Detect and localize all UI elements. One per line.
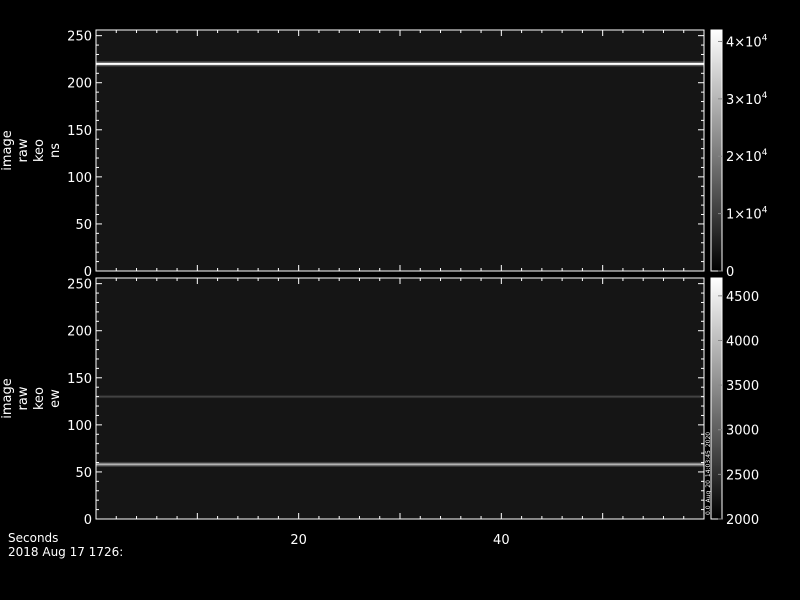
colorbar-tick-label: 4500 — [726, 290, 759, 305]
y-axis-label-word: ns — [48, 143, 63, 158]
y-tick-label: 50 — [75, 218, 92, 233]
y-tick-label: 150 — [67, 124, 92, 139]
colorbar-tick-label: 0 — [726, 265, 734, 280]
y-axis-label-word: ew — [48, 389, 63, 408]
y-axis-label-word: raw — [16, 138, 31, 162]
y-tick-label: 100 — [67, 171, 92, 186]
keogram-figure: 050100150200250image raw keo ns01×1042×1043… — [0, 29, 768, 548]
colorbar — [710, 29, 723, 272]
y-axis-label-word: image — [0, 378, 15, 419]
y-axis-label: image raw keo ew — [0, 378, 63, 419]
x-tick-label: 40 — [493, 533, 510, 548]
y-tick-label: 250 — [67, 278, 92, 293]
y-axis-label-word: keo — [32, 387, 47, 410]
y-tick-label: 0 — [84, 513, 92, 528]
panel-ew: 0 50 100 150 200 250 image raw keo ew 2000 2500 3000… — [0, 277, 759, 548]
colorbar-tick-label: 4000 — [726, 334, 759, 349]
colorbar-tick-label: 4×104 — [726, 33, 768, 50]
x-tick-label: 20 — [290, 533, 307, 548]
date-stamp: 2018 Aug 17 1726: — [8, 545, 124, 559]
y-tick-label: 250 — [67, 30, 92, 45]
colorbar-tick-label: 2500 — [726, 468, 759, 483]
colorbar-side-text: 0.0_Aug_20_14:03:45_2020 — [705, 432, 712, 515]
y-axis-label: image raw keo ns — [0, 130, 63, 171]
band-1 — [96, 395, 704, 398]
colorbar-tick-label: 3×104 — [726, 91, 768, 108]
y-axis-label-word: keo — [32, 139, 47, 162]
y-tick-label: 150 — [67, 372, 92, 387]
y-axis-label-word: raw — [16, 386, 31, 410]
colorbar-tick-label: 2000 — [726, 513, 759, 528]
colorbar — [710, 277, 723, 520]
colorbar-tick-label: 3500 — [726, 379, 759, 394]
x-axis-label: Seconds — [8, 531, 59, 545]
colorbar-tick-label: 2×104 — [726, 148, 768, 165]
panel-ns: 050100150200250image raw keo ns01×1042×1043… — [0, 29, 768, 280]
band-0 — [96, 463, 704, 466]
y-tick-label: 200 — [67, 325, 92, 340]
colorbar-tick-label: 3000 — [726, 424, 759, 439]
colorbar-tick-label: 1×104 — [726, 206, 768, 223]
y-axis-label-word: image — [0, 130, 15, 171]
y-tick-label: 200 — [67, 77, 92, 92]
band-0 — [96, 62, 704, 65]
y-tick-label: 100 — [67, 419, 92, 434]
y-tick-label: 50 — [75, 466, 92, 481]
